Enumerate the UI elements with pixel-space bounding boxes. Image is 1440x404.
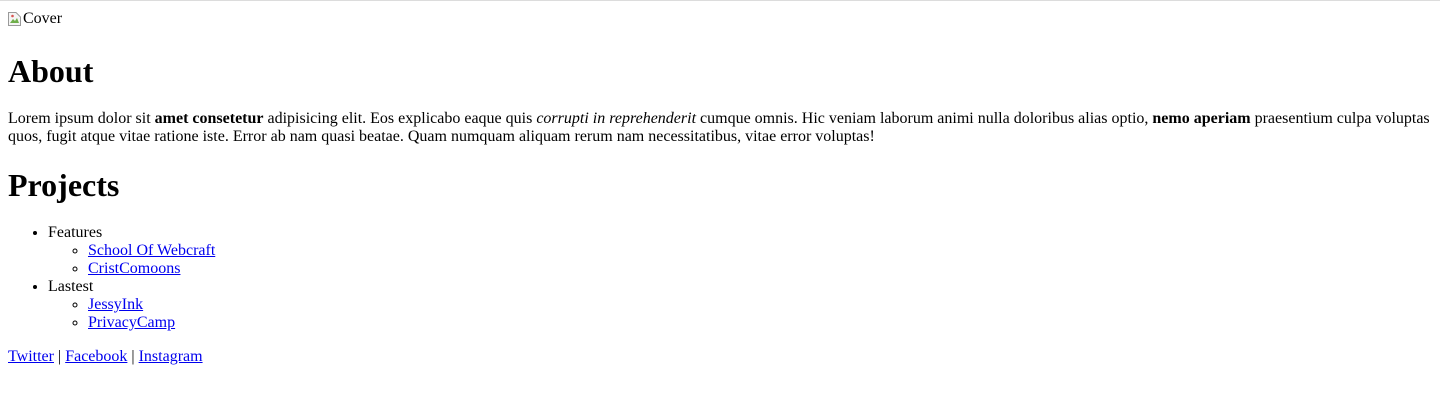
page: Cover About Lorem ipsum dolor sit amet c…	[8, 10, 1432, 366]
separator: |	[131, 348, 135, 365]
about-bold-1: amet consetetur	[154, 110, 264, 127]
social-links: Twitter | Facebook | Instagram	[8, 348, 1432, 366]
link-privacycamp[interactable]: PrivacyCamp	[88, 314, 175, 331]
about-italic-1: corrupti in reprehenderit	[536, 110, 697, 127]
projects-heading: Projects	[8, 167, 120, 203]
list-item: JessyInk	[88, 296, 1432, 314]
about-text-2: adipisicing elit. Eos explicabo eaque qu…	[263, 110, 537, 127]
projects-list: Features School Of Webcraft CristComoons…	[8, 224, 1432, 332]
list-item: CristComoons	[88, 260, 1432, 278]
project-group-lastest: Lastest JessyInk PrivacyCamp	[48, 278, 1432, 332]
about-text-1: Lorem ipsum dolor sit	[8, 110, 155, 127]
cover-image: Cover	[8, 10, 63, 27]
project-sublist: School Of Webcraft CristComoons	[48, 242, 1432, 278]
link-school-of-webcraft[interactable]: School Of Webcraft	[88, 242, 215, 259]
about-bold-2: nemo aperiam	[1152, 110, 1251, 127]
link-jessyink[interactable]: JessyInk	[88, 296, 143, 313]
project-group-label: Features	[48, 224, 103, 241]
cover-alt-text: Cover	[23, 10, 63, 27]
link-facebook[interactable]: Facebook	[65, 348, 127, 365]
link-twitter[interactable]: Twitter	[8, 348, 54, 365]
about-text-3: cumque omnis. Hic veniam laborum animi n…	[696, 110, 1153, 127]
list-item: School Of Webcraft	[88, 242, 1432, 260]
broken-image-icon	[8, 11, 22, 27]
link-instagram[interactable]: Instagram	[139, 348, 203, 365]
list-item: PrivacyCamp	[88, 314, 1432, 332]
separator: |	[57, 348, 62, 365]
project-sublist: JessyInk PrivacyCamp	[48, 296, 1432, 332]
about-paragraph: Lorem ipsum dolor sit amet consetetur ad…	[8, 110, 1432, 146]
project-group-features: Features School Of Webcraft CristComoons	[48, 224, 1432, 278]
project-group-label: Lastest	[48, 278, 94, 295]
link-cristcomoons[interactable]: CristComoons	[88, 260, 180, 277]
about-heading: About	[8, 53, 94, 89]
